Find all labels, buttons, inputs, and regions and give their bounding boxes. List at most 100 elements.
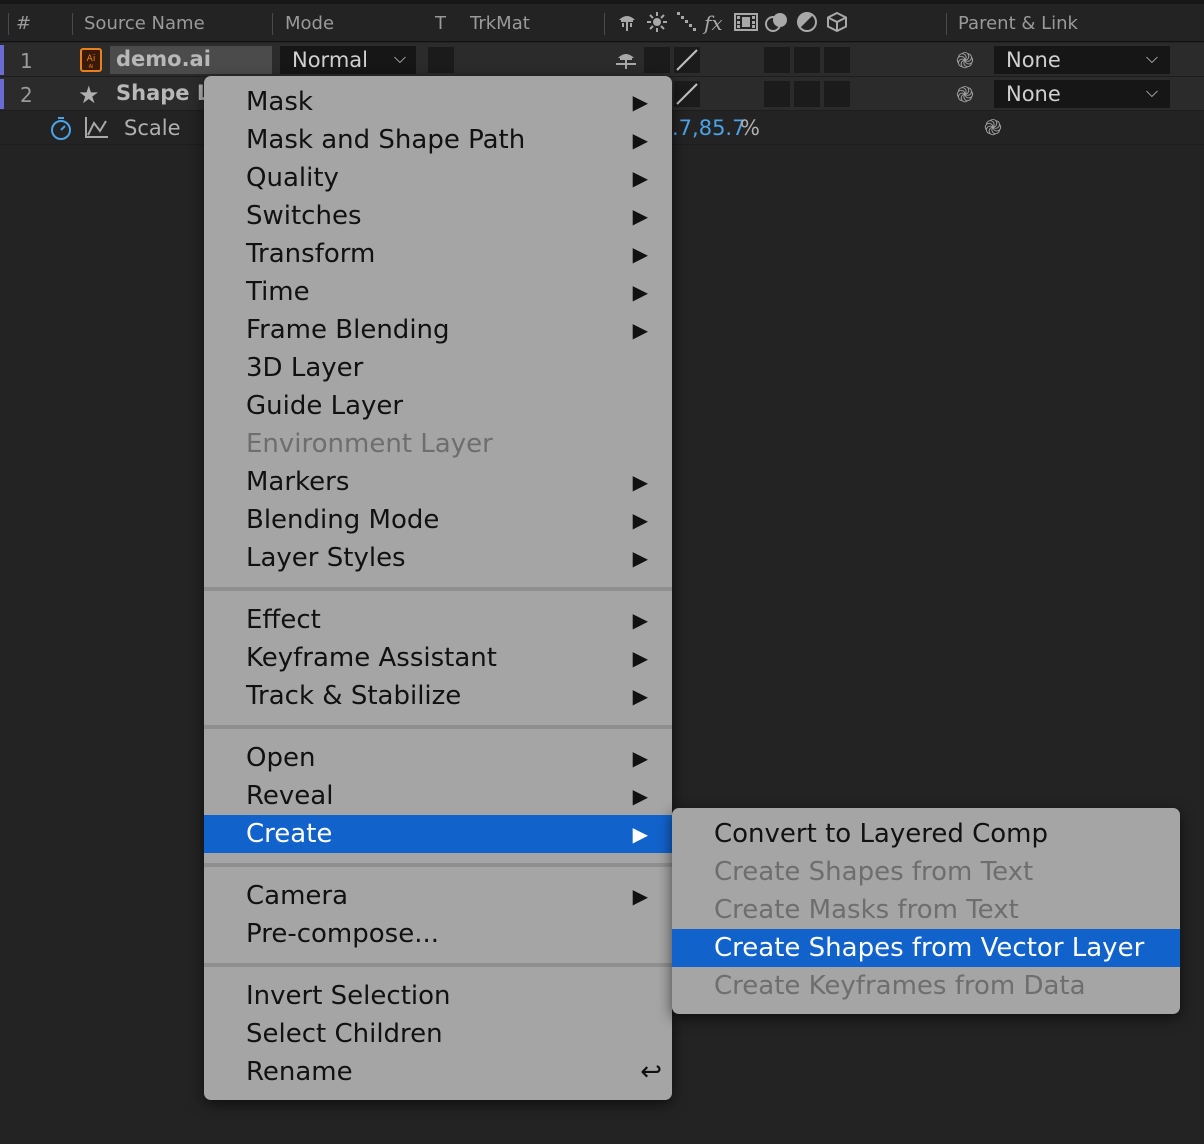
3d-cube-icon[interactable] [826, 11, 848, 38]
layer-label-color[interactable] [0, 79, 4, 109]
layer-number: 2 [20, 83, 33, 107]
menu-item-markers[interactable]: Markers ▶ [204, 463, 672, 501]
layer-context-menu: Mask ▶ Mask and Shape Path ▶ Quality ▶ Swit… [204, 76, 672, 1100]
menu-item-camera[interactable]: Camera ▶ [204, 877, 672, 915]
header-t[interactable]: T [435, 13, 446, 34]
parent-dropdown[interactable]: None ⌵ [994, 80, 1170, 108]
header-source-name[interactable]: Source Name [84, 13, 205, 34]
parent-value: None [1006, 48, 1061, 72]
menu-item-convert-to-layered-comp[interactable]: Convert to Layered Comp [672, 815, 1180, 853]
star-icon: ★ [78, 81, 100, 109]
column-separator [946, 13, 947, 35]
shy-switch-icon[interactable] [614, 49, 638, 75]
illustrator-file-icon: Ai Ai [80, 48, 102, 76]
header-trkmat[interactable]: TrkMat [470, 13, 530, 34]
menu-item-time[interactable]: Time ▶ [204, 273, 672, 311]
property-name: Scale [124, 116, 181, 140]
menu-item-frame-blending[interactable]: Frame Blending ▶ [204, 311, 672, 349]
quality-slash-icon[interactable] [674, 47, 700, 77]
submenu-arrow-icon: ▶ [632, 128, 648, 152]
submenu-arrow-icon: ▶ [632, 684, 648, 708]
submenu-arrow-icon: ▶ [632, 784, 648, 808]
parent-pickwhip-icon[interactable]: ֎ [984, 113, 1002, 142]
column-separator [604, 13, 605, 35]
menu-item-invert-selection[interactable]: Invert Selection [204, 977, 672, 1015]
submenu-arrow-icon: ▶ [632, 884, 648, 908]
3d-switch[interactable] [824, 81, 850, 107]
menu-item-create[interactable]: Create ▶ [204, 815, 672, 853]
submenu-arrow-icon: ▶ [632, 608, 648, 632]
submenu-arrow-icon: ▶ [632, 746, 648, 770]
graph-icon[interactable] [84, 115, 110, 143]
menu-item-pre-compose[interactable]: Pre-compose... [204, 915, 672, 953]
motion-blur-film-icon[interactable] [734, 11, 758, 38]
chevron-down-icon: ⌵ [1145, 82, 1158, 101]
menu-item-switches[interactable]: Switches ▶ [204, 197, 672, 235]
menu-item-layer-styles[interactable]: Layer Styles ▶ [204, 539, 672, 577]
menu-item-mask-and-shape-path[interactable]: Mask and Shape Path ▶ [204, 121, 672, 159]
parent-pickwhip-icon[interactable]: ֎ [956, 80, 974, 109]
layer-row-1[interactable]: 1 Ai Ai demo.ai Normal ⌵ ֎ None ⌵ [0, 43, 1204, 77]
menu-item-rename[interactable]: Rename ↩ [204, 1053, 672, 1091]
column-separator [272, 13, 273, 35]
menu-item-guide-layer[interactable]: Guide Layer [204, 387, 672, 425]
layer-name[interactable]: demo.ai [116, 47, 211, 71]
submenu-arrow-icon: ▶ [632, 822, 648, 846]
create-submenu: Convert to Layered Comp Create Shapes fr… [672, 808, 1180, 1014]
header-mode[interactable]: Mode [285, 13, 334, 34]
timeline-header: # Source Name Mode T TrkMat fx Parent & … [0, 0, 1204, 42]
3d-switch[interactable] [824, 47, 850, 73]
submenu-arrow-icon: ▶ [632, 508, 648, 532]
column-separator [8, 13, 9, 35]
menu-item-open[interactable]: Open ▶ [204, 739, 672, 777]
chevron-down-icon: ⌵ [393, 48, 406, 67]
header-num[interactable]: # [16, 13, 31, 34]
adjustment-switch[interactable] [794, 81, 820, 107]
menu-item-effect[interactable]: Effect ▶ [204, 601, 672, 639]
stopwatch-icon[interactable] [48, 115, 74, 145]
menu-item-track-and-stabilize[interactable]: Track & Stabilize ▶ [204, 677, 672, 715]
submenu-arrow-icon: ▶ [632, 318, 648, 342]
submenu-arrow-icon: ▶ [632, 242, 648, 266]
menu-item-mask[interactable]: Mask ▶ [204, 83, 672, 121]
adjustment-switch[interactable] [794, 47, 820, 73]
menu-item-keyframe-assistant[interactable]: Keyframe Assistant ▶ [204, 639, 672, 677]
motion-blur-switch[interactable] [764, 81, 790, 107]
adjustment-circles-icon[interactable] [764, 11, 790, 38]
submenu-arrow-icon: ▶ [632, 280, 648, 304]
header-parent-link[interactable]: Parent & Link [958, 13, 1078, 34]
shy-icon[interactable] [616, 11, 638, 38]
column-separator [72, 13, 73, 35]
parent-value: None [1006, 82, 1061, 106]
submenu-arrow-icon: ▶ [632, 470, 648, 494]
collapse-switch[interactable] [644, 47, 670, 73]
menu-item-select-children[interactable]: Select Children [204, 1015, 672, 1053]
menu-item-create-shapes-from-vector-layer[interactable]: Create Shapes from Vector Layer [672, 929, 1180, 967]
menu-item-quality[interactable]: Quality ▶ [204, 159, 672, 197]
fx-icon[interactable]: fx [704, 11, 723, 35]
solo-sun-icon[interactable] [646, 11, 668, 38]
trkmat-switch[interactable] [428, 47, 454, 73]
submenu-arrow-icon: ▶ [632, 546, 648, 570]
menu-item-transform[interactable]: Transform ▶ [204, 235, 672, 273]
submenu-arrow-icon: ▶ [632, 90, 648, 114]
layer-label-color[interactable] [0, 45, 4, 75]
menu-item-blending-mode[interactable]: Blending Mode ▶ [204, 501, 672, 539]
menu-item-3d-layer[interactable]: 3D Layer [204, 349, 672, 387]
svg-text:Ai: Ai [89, 64, 94, 70]
menu-item-reveal[interactable]: Reveal ▶ [204, 777, 672, 815]
motion-blur-switch[interactable] [764, 47, 790, 73]
menu-item-create-masks-from-text: Create Masks from Text [714, 895, 1019, 925]
menu-item-create-shapes-from-text: Create Shapes from Text [714, 857, 1034, 887]
return-key-icon: ↩ [640, 1057, 662, 1087]
menu-item-environment-layer: Environment Layer [246, 429, 493, 459]
parent-pickwhip-icon[interactable]: ֎ [956, 46, 974, 75]
parent-dropdown[interactable]: None ⌵ [994, 46, 1170, 74]
chevron-down-icon: ⌵ [1145, 48, 1158, 67]
blending-mode-dropdown[interactable]: Normal ⌵ [280, 46, 416, 74]
quality-slash-icon[interactable] [676, 11, 698, 38]
half-circle-icon[interactable] [796, 11, 818, 38]
layer-number: 1 [20, 49, 33, 73]
property-value[interactable]: .7,85.7 [672, 116, 745, 140]
quality-slash-icon[interactable] [674, 81, 700, 111]
